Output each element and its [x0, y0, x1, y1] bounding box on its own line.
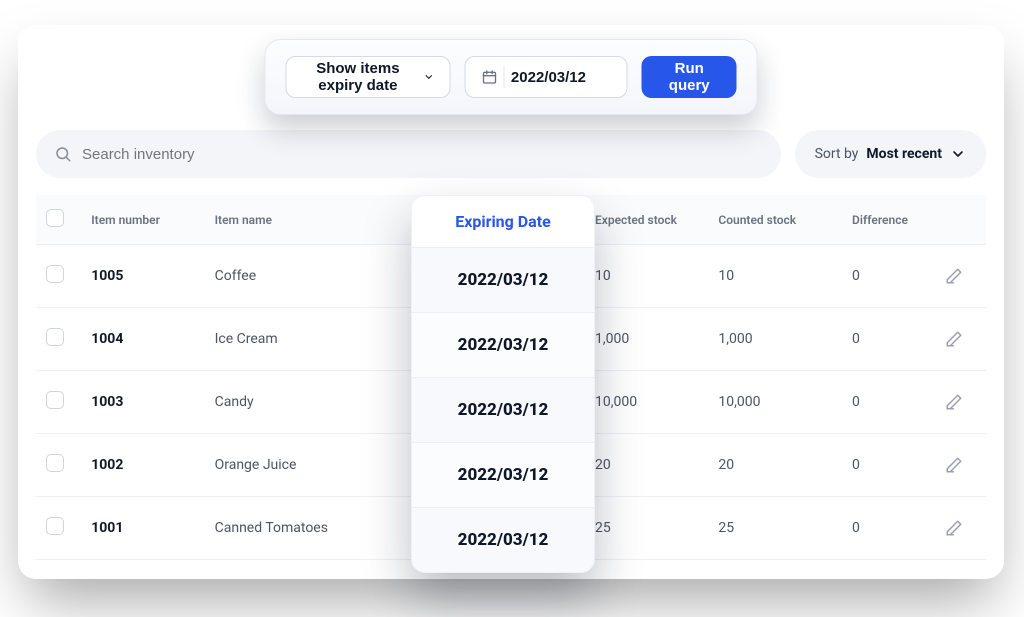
- row-checkbox[interactable]: [46, 454, 64, 472]
- select-all-checkbox[interactable]: [46, 209, 64, 227]
- cell-difference: 0: [842, 434, 935, 497]
- col-actions: [935, 195, 986, 245]
- col-item-name: Item name: [205, 195, 411, 245]
- cell-difference: 0: [842, 371, 935, 434]
- row-edit-button[interactable]: [935, 308, 986, 371]
- cell-item-name: Ice Cream: [205, 308, 411, 371]
- expiring-date-overlay: Expiring Date 2022/03/122022/03/122022/0…: [411, 195, 595, 573]
- cell-item-number: 1005: [81, 245, 204, 308]
- row-checkbox[interactable]: [46, 328, 64, 346]
- edit-icon: [945, 456, 963, 474]
- edit-icon: [945, 393, 963, 411]
- cell-expected-stock: 10: [585, 245, 708, 308]
- expiring-date-cell: 2022/03/12: [412, 312, 594, 377]
- date-picker[interactable]: [465, 56, 628, 98]
- chevron-down-icon: [950, 146, 966, 162]
- cell-item-number: 1003: [81, 371, 204, 434]
- edit-icon: [945, 330, 963, 348]
- edit-icon: [945, 267, 963, 285]
- cell-item-name: Coffee: [205, 245, 411, 308]
- search-box[interactable]: [36, 130, 781, 178]
- row-checkbox[interactable]: [46, 391, 64, 409]
- cell-counted-stock: 1,000: [708, 308, 842, 371]
- search-input[interactable]: [82, 146, 763, 163]
- cell-expected-stock: 1,000: [585, 308, 708, 371]
- app-card: Show items expiry date Run query Sort by…: [18, 25, 1004, 579]
- toolbar: Sort by Most recent: [36, 130, 986, 178]
- expiring-date-cell: 2022/03/12: [412, 377, 594, 442]
- cell-item-name: Orange Juice: [205, 434, 411, 497]
- cell-counted-stock: 25: [708, 497, 842, 560]
- calendar-icon: [482, 69, 498, 85]
- row-edit-button[interactable]: [935, 371, 986, 434]
- cell-item-name: Canned Tomatoes: [205, 497, 411, 560]
- row-checkbox[interactable]: [46, 517, 64, 535]
- date-input[interactable]: [511, 69, 611, 86]
- expiring-date-cell: 2022/03/12: [412, 247, 594, 312]
- chevron-down-icon: [423, 69, 434, 85]
- cell-counted-stock: 20: [708, 434, 842, 497]
- query-panel: Show items expiry date Run query: [265, 39, 758, 115]
- cell-counted-stock: 10: [708, 245, 842, 308]
- cell-expected-stock: 20: [585, 434, 708, 497]
- col-expected-stock: Expected stock: [585, 195, 708, 245]
- cell-item-number: 1001: [81, 497, 204, 560]
- cell-counted-stock: 10,000: [708, 371, 842, 434]
- row-edit-button[interactable]: [935, 434, 986, 497]
- sort-prefix: Sort by: [815, 146, 859, 162]
- expiring-date-cell: 2022/03/12: [412, 507, 594, 572]
- cell-item-number: 1002: [81, 434, 204, 497]
- row-edit-button[interactable]: [935, 245, 986, 308]
- cell-item-number: 1004: [81, 308, 204, 371]
- cell-difference: 0: [842, 308, 935, 371]
- cell-expected-stock: 10,000: [585, 371, 708, 434]
- col-item-number: Item number: [81, 195, 204, 245]
- dropdown-label: Show items expiry date: [303, 60, 414, 94]
- sort-value: Most recent: [866, 146, 942, 162]
- cell-item-name: Candy: [205, 371, 411, 434]
- divider: [504, 66, 505, 88]
- cell-difference: 0: [842, 497, 935, 560]
- row-edit-button[interactable]: [935, 497, 986, 560]
- search-icon: [54, 145, 72, 163]
- cell-expected-stock: 25: [585, 497, 708, 560]
- cell-difference: 0: [842, 245, 935, 308]
- expiring-date-cell: 2022/03/12: [412, 442, 594, 507]
- expiry-scope-dropdown[interactable]: Show items expiry date: [286, 56, 451, 98]
- run-query-button[interactable]: Run query: [642, 56, 737, 98]
- sort-dropdown[interactable]: Sort by Most recent: [795, 130, 986, 178]
- expiring-date-overlay-header: Expiring Date: [412, 196, 594, 247]
- row-checkbox[interactable]: [46, 265, 64, 283]
- col-counted-stock: Counted stock: [708, 195, 842, 245]
- col-difference: Difference: [842, 195, 935, 245]
- edit-icon: [945, 519, 963, 537]
